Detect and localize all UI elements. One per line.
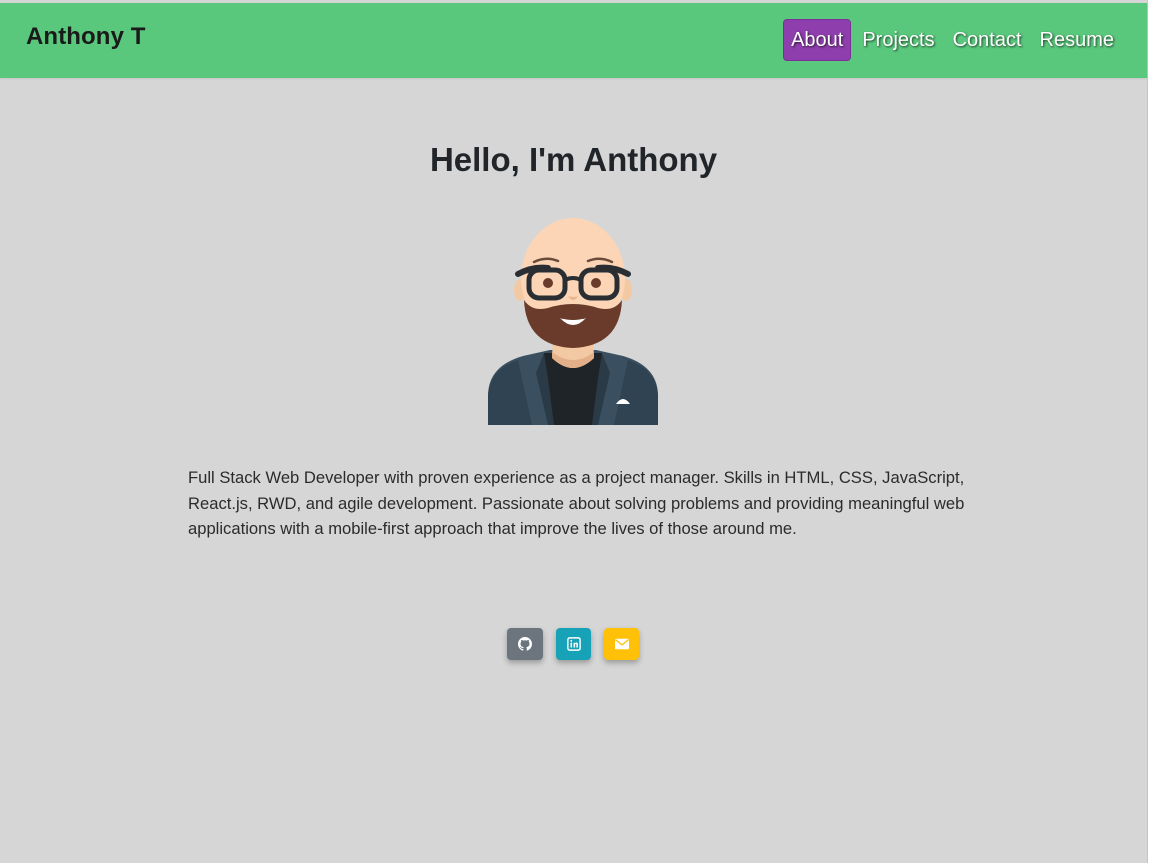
nav-link-contact[interactable]: Contact	[946, 19, 1029, 61]
nav-link-projects[interactable]: Projects	[855, 19, 941, 61]
nav-link-about[interactable]: About	[783, 19, 852, 61]
avatar	[488, 218, 658, 425]
brand-link[interactable]: Anthony T	[26, 23, 146, 51]
email-icon	[614, 638, 629, 650]
bio-text: Full Stack Web Developer with proven exp…	[188, 468, 965, 538]
navbar: Anthony T About Projects Contact Resume	[0, 3, 1147, 78]
page-title: Hello, I'm Anthony	[429, 141, 718, 178]
linkedin-button[interactable]	[556, 628, 591, 660]
nav-link-resume[interactable]: Resume	[1033, 19, 1121, 61]
social-links	[507, 628, 639, 660]
nav-links: About Projects Contact Resume	[783, 19, 1121, 61]
linkedin-icon	[566, 637, 581, 651]
github-button[interactable]	[507, 628, 543, 660]
email-button[interactable]	[604, 628, 639, 660]
github-icon	[518, 637, 532, 651]
page: Anthony T About Projects Contact Resume …	[0, 0, 1148, 863]
bearded-man-avatar-icon	[488, 218, 658, 425]
